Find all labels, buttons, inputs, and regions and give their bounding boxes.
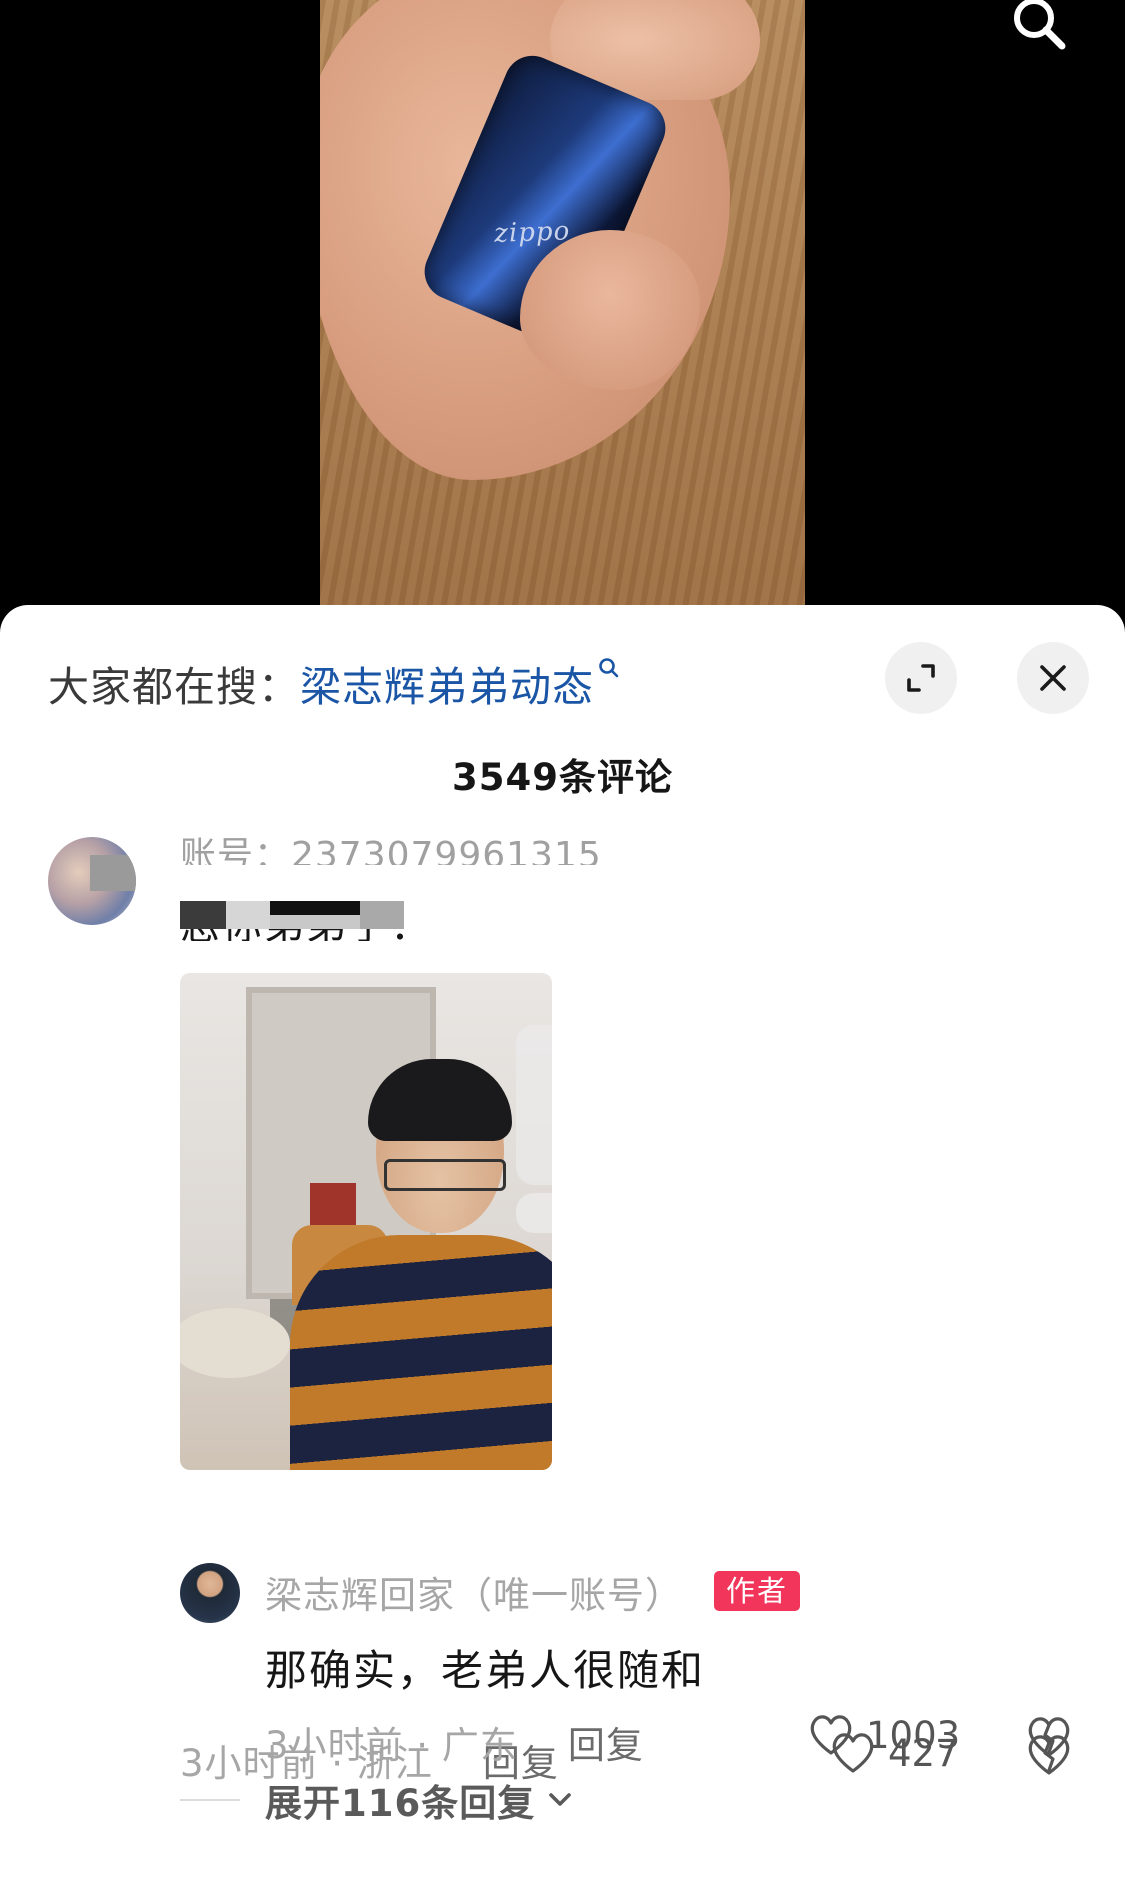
video-frame[interactable]: zippo	[320, 0, 805, 605]
close-icon	[1040, 665, 1066, 691]
comment-attached-image[interactable]	[180, 973, 552, 1470]
close-sheet-button[interactable]	[1017, 642, 1089, 714]
reply-text: 那确实，老弟人很随和	[265, 1646, 706, 1695]
search-icon	[1014, 0, 1066, 50]
small-search-icon	[599, 658, 619, 678]
reply-info-row: 3小时前 · 广东 回复	[265, 1715, 644, 1769]
reply-time-location: 3小时前 · 广东	[265, 1724, 518, 1767]
avatar-blur	[90, 855, 136, 891]
censor-block	[180, 901, 226, 929]
author-badge: 作者	[714, 1571, 801, 1611]
censor-block	[360, 901, 404, 929]
image-table	[180, 1308, 290, 1378]
commenter-username[interactable]: 账号：2373079961315	[180, 827, 602, 865]
trending-keyword-link[interactable]: 梁志辉弟弟动态	[300, 653, 594, 713]
censor-block	[226, 901, 270, 929]
chevron-down-icon	[549, 1793, 572, 1806]
image-side-overlay	[516, 1025, 552, 1185]
trending-search-row: 大家都在搜： 梁志辉弟弟动态	[48, 653, 620, 713]
image-person-glasses	[384, 1159, 506, 1191]
expand-icon	[907, 664, 935, 692]
video-player[interactable]: zippo	[0, 0, 1125, 605]
reply-dislike-button[interactable]	[1026, 1715, 1072, 1763]
reply-like-button[interactable]: 1003	[808, 1713, 960, 1757]
search-button[interactable]	[1006, 0, 1070, 52]
image-side-overlay	[516, 1193, 552, 1233]
commenter-avatar[interactable]	[48, 837, 136, 925]
image-person-sweater	[290, 1235, 552, 1470]
author-avatar[interactable]	[180, 1563, 240, 1623]
expand-replies-label: 展开116条回复	[265, 1782, 536, 1825]
reply-like-count: 1003	[866, 1713, 961, 1757]
heart-icon	[810, 1715, 852, 1755]
dislike-heart-icon	[1028, 1717, 1070, 1757]
video-fingers	[520, 230, 700, 390]
reply-username[interactable]: 梁志辉回家（唯一账号）	[265, 1565, 683, 1619]
comment-sheet: 大家都在搜： 梁志辉弟弟动态 3549条评论 账号：2373079961315 …	[0, 605, 1125, 1887]
censor-block	[270, 901, 360, 915]
expand-divider	[180, 1799, 240, 1801]
comment-count-title: 3549条评论	[452, 756, 673, 799]
expand-sheet-button[interactable]	[885, 642, 957, 714]
expand-replies-button[interactable]: 展开116条回复	[180, 1773, 577, 1827]
reply-reply-button[interactable]: 回复	[568, 1715, 644, 1769]
trending-label: 大家都在搜：	[48, 663, 300, 711]
